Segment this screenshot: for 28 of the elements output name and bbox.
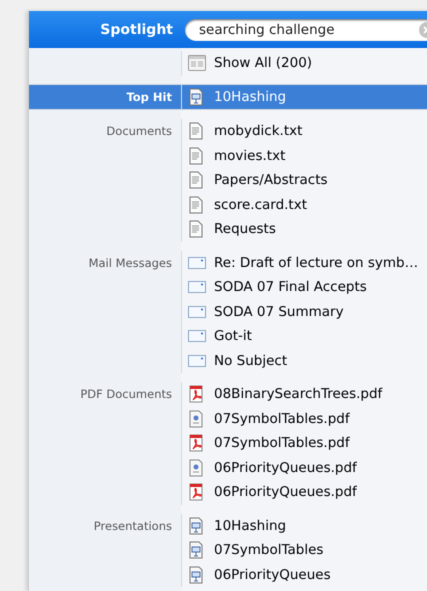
result-item[interactable]: score.card.txt: [182, 192, 427, 217]
result-item[interactable]: Requests: [182, 217, 427, 242]
result-item[interactable]: 07SymbolTables.pdf: [182, 431, 427, 456]
category-label: Documents: [106, 124, 172, 138]
category-label: PDF Documents: [80, 387, 172, 401]
result-item[interactable]: SODA 07 Final Accepts: [182, 275, 427, 300]
result-item[interactable]: 06PriorityQueues: [182, 562, 427, 587]
result-item[interactable]: 08BinarySearchTrees.pdf: [182, 382, 427, 406]
result-item[interactable]: Re: Draft of lecture on symb…: [182, 250, 427, 275]
result-item[interactable]: SODA 07 Summary: [182, 300, 427, 324]
search-field[interactable]: searching challenge: [185, 18, 427, 40]
category-label: Presentations: [94, 518, 172, 532]
category-label: Mail Messages: [88, 256, 172, 270]
result-item[interactable]: Got-it: [182, 324, 427, 348]
spotlight-title: Spotlight: [99, 22, 174, 38]
result-item[interactable]: 07SymbolTables.pdf: [182, 406, 427, 431]
result-item[interactable]: 07SymbolTables: [182, 538, 427, 562]
result-item[interactable]: movies.txt: [182, 144, 427, 168]
window-icon: [188, 54, 206, 72]
result-item[interactable]: 10Hashing: [182, 84, 427, 109]
result-item[interactable]: No Subject: [182, 348, 427, 373]
result-item[interactable]: Papers/Abstracts: [182, 168, 427, 192]
result-item[interactable]: 06PriorityQueues.pdf: [182, 456, 427, 480]
result-item[interactable]: 06PriorityQueues.pdf: [182, 480, 427, 504]
category-label: Top Hit: [126, 90, 172, 104]
result-item[interactable]: Show All (200): [182, 51, 427, 76]
result-item[interactable]: mobydick.txt: [182, 119, 427, 144]
result-item[interactable]: 10Hashing: [182, 514, 427, 538]
